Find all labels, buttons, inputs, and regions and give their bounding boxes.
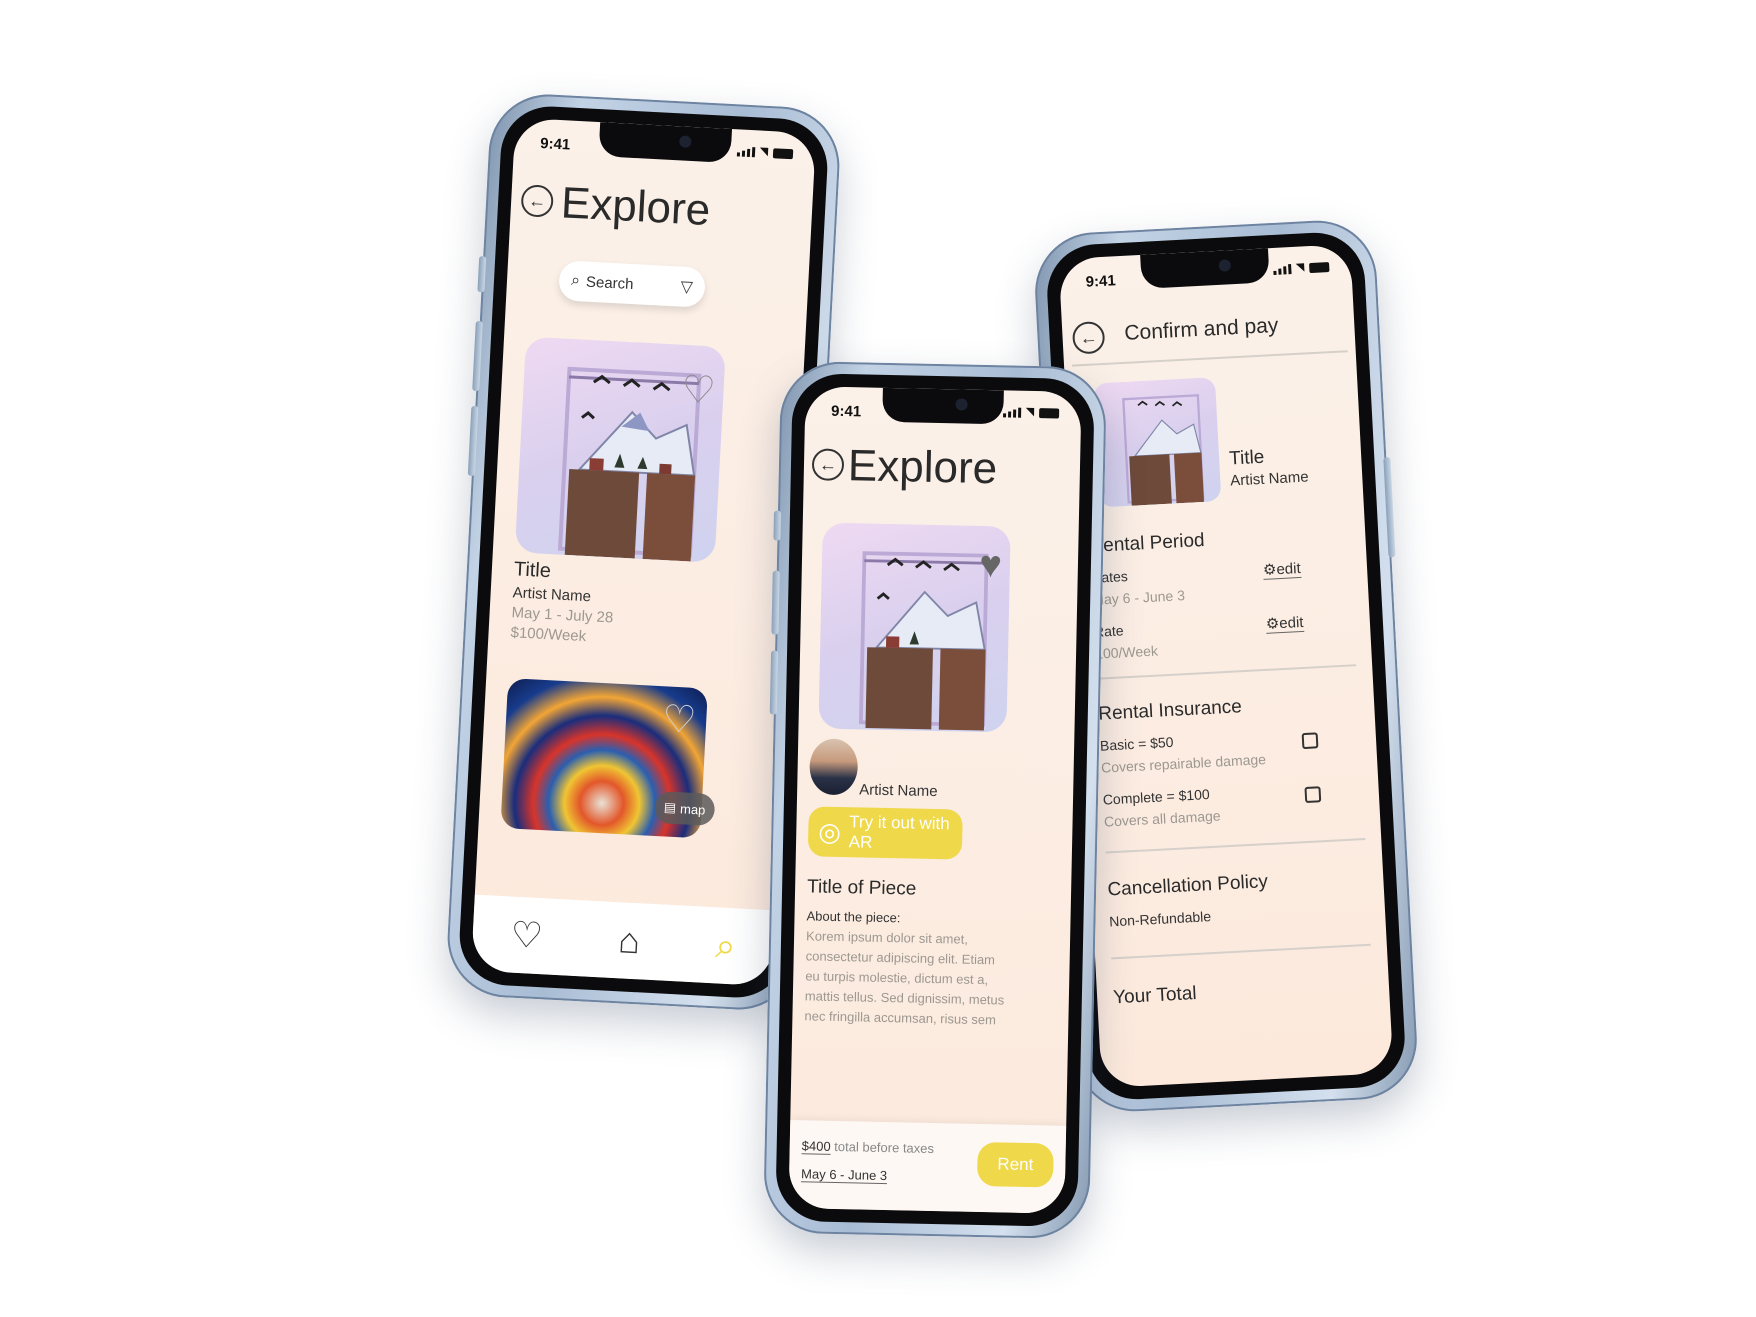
volume-down-button	[769, 650, 779, 715]
complete-insurance-desc: Covers all damage	[1103, 807, 1221, 830]
header-divider	[1072, 350, 1348, 367]
signal-icon	[1272, 264, 1292, 275]
map-icon: ▤	[663, 799, 677, 816]
section-divider	[1105, 837, 1366, 854]
search-icon[interactable]: ⌕	[714, 924, 737, 968]
arrow-left-icon: ←	[527, 190, 547, 211]
complete-insurance-checkbox[interactable]	[1304, 786, 1322, 804]
power-button	[1383, 457, 1396, 558]
basic-insurance-checkbox[interactable]	[1301, 732, 1319, 750]
try-ar-button[interactable]: ◎ Try it out with AR	[807, 806, 963, 860]
basic-insurance-label: Basic = $50	[1099, 733, 1174, 754]
battery-icon	[1039, 408, 1060, 419]
item-thumbnail	[1093, 377, 1222, 508]
map-label: map	[679, 800, 706, 818]
center-bezel: 9:41 ◥ ← Explore ♥ Artist Name ◎ Try it …	[775, 372, 1095, 1228]
section-divider	[1111, 943, 1371, 960]
piece-title: Title of Piece	[806, 876, 917, 900]
notch	[1140, 248, 1271, 289]
signal-icon	[736, 146, 755, 158]
favorite-heart-icon[interactable]: ♡	[680, 367, 716, 414]
total-heading: Your Total	[1112, 983, 1198, 1009]
battery-icon	[1309, 262, 1330, 274]
filter-icon[interactable]: ▽	[680, 277, 693, 298]
booking-bar: $400 total before taxes May 6 - June 3 R…	[788, 1120, 1067, 1214]
complete-insurance-label: Complete = $100	[1102, 786, 1211, 808]
artist-name[interactable]: Artist Name	[859, 781, 938, 800]
page-title: Confirm and pay	[1123, 313, 1279, 345]
total-price: $400 total before taxes	[801, 1138, 935, 1157]
search-bar[interactable]: ⌕ Search ▽	[558, 260, 706, 308]
avatar[interactable]	[809, 738, 859, 796]
back-button[interactable]: ←	[1071, 320, 1106, 355]
rental-insurance-heading: Rental Insurance	[1097, 696, 1243, 725]
volume-down-button	[467, 405, 479, 477]
section-divider	[1096, 664, 1357, 680]
page-title: Explore	[847, 441, 998, 494]
status-time: 9:41	[830, 402, 862, 421]
rate-value: 100/Week	[1094, 642, 1159, 662]
camera-aperture-icon: ◎	[818, 816, 842, 847]
volume-up-button	[771, 570, 780, 635]
left-screen: 9:41 ◥ ← Explore ⌕ Search ▽ ♡ Title Arti…	[470, 117, 817, 987]
arrow-left-icon: ←	[818, 453, 838, 475]
favorite-heart-icon[interactable]: ♡	[661, 696, 697, 743]
try-ar-label: Try it out with AR	[848, 812, 950, 852]
edit-label: edit	[1276, 559, 1302, 579]
rent-button[interactable]: Rent	[976, 1141, 1054, 1188]
right-screen: 9:41 ◥ ← Confirm and pay Title Artist Na…	[1058, 243, 1394, 1089]
artwork-image: ♥	[818, 522, 1011, 733]
wifi-icon: ◥	[1295, 261, 1305, 274]
status-time: 9:41	[1085, 272, 1117, 291]
center-phone: 9:41 ◥ ← Explore ♥ Artist Name ◎ Try it …	[762, 360, 1108, 1240]
page-title: Explore	[559, 178, 712, 235]
silent-switch	[773, 510, 782, 541]
booking-dates[interactable]: May 6 - June 3	[800, 1166, 888, 1185]
search-icon: ⌕	[570, 271, 581, 290]
total-amount: $400	[801, 1138, 831, 1155]
wifi-icon: ◥	[1025, 405, 1035, 418]
artwork-image[interactable]: ♡	[514, 336, 726, 563]
card-dates: May 1 - July 28	[511, 604, 614, 627]
item-artist: Artist Name	[1229, 468, 1310, 490]
about-text: Korem ipsum dolor sit amet, consectetur …	[804, 928, 1005, 1030]
edit-rate-button[interactable]: ⚙edit	[1265, 612, 1304, 634]
rental-period-heading: Rental Period	[1089, 529, 1206, 557]
basic-insurance-desc: Covers repairable damage	[1100, 751, 1267, 776]
heart-icon[interactable]: ♡	[509, 914, 544, 958]
total-suffix: total before taxes	[834, 1138, 935, 1157]
notch	[882, 387, 1005, 425]
status-time: 9:41	[539, 135, 571, 154]
cancellation-heading: Cancellation Policy	[1107, 871, 1269, 901]
back-button[interactable]: ←	[520, 184, 555, 218]
about-label: About the piece:	[806, 908, 901, 926]
item-title: Title	[1228, 446, 1265, 470]
notch	[597, 122, 732, 164]
volume-up-button	[472, 320, 483, 392]
mountain-scene-illustration	[1122, 394, 1205, 506]
card-artist: Artist Name	[512, 584, 592, 606]
wifi-icon: ◥	[759, 145, 769, 158]
status-icons: ◥	[1272, 259, 1330, 275]
dates-value: May 6 - June 3	[1091, 587, 1186, 608]
status-icons: ◥	[1002, 404, 1060, 419]
card-price: $100/Week	[510, 624, 587, 646]
battery-icon	[772, 148, 794, 160]
rent-label: Rent	[997, 1154, 1034, 1175]
home-icon[interactable]: ⌂	[617, 919, 641, 962]
map-button[interactable]: ▤ map	[653, 790, 716, 827]
arrow-left-icon: ←	[1079, 326, 1099, 348]
signal-icon	[1002, 407, 1021, 418]
back-button[interactable]: ←	[811, 448, 845, 482]
card-title: Title	[513, 558, 552, 583]
status-icons: ◥	[736, 143, 794, 160]
search-placeholder: Search	[585, 273, 634, 293]
silent-switch	[477, 255, 487, 293]
edit-dates-button[interactable]: ⚙edit	[1262, 558, 1302, 580]
center-screen: 9:41 ◥ ← Explore ♥ Artist Name ◎ Try it …	[788, 386, 1082, 1214]
cancellation-value: Non-Refundable	[1108, 908, 1212, 930]
tab-bar: ♡ ⌂ ⌕	[470, 894, 776, 987]
favorite-heart-icon[interactable]: ♥	[979, 544, 1002, 587]
edit-label: edit	[1278, 613, 1304, 633]
